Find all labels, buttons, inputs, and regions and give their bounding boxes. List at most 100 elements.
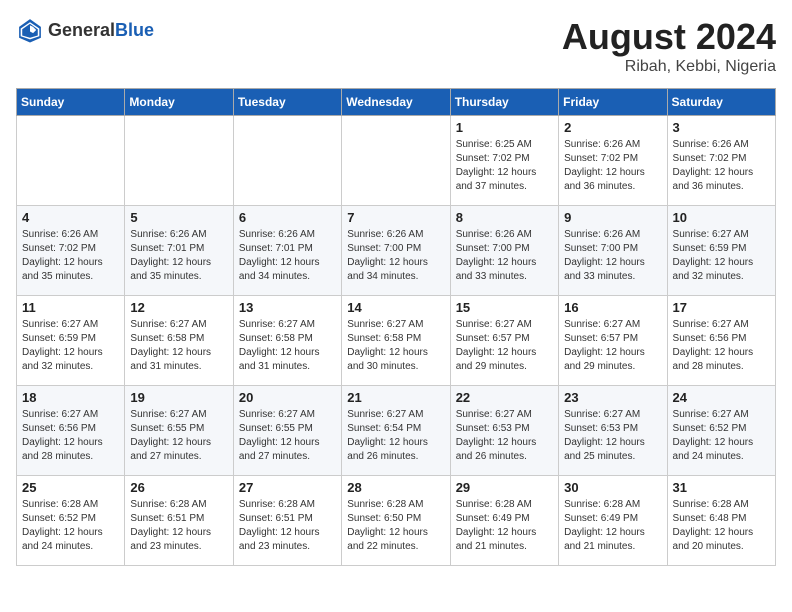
day-number: 27: [239, 480, 336, 495]
day-number: 20: [239, 390, 336, 405]
day-detail: Sunrise: 6:27 AM Sunset: 6:58 PM Dayligh…: [347, 318, 444, 374]
calendar-header: SundayMondayTuesdayWednesdayThursdayFrid…: [17, 89, 776, 116]
day-number: 25: [22, 480, 119, 495]
calendar-cell: 27 Sunrise: 6:28 AM Sunset: 6:51 PM Dayli…: [233, 476, 341, 566]
day-number: 28: [347, 480, 444, 495]
calendar-cell: 7 Sunrise: 6:26 AM Sunset: 7:00 PM Daylig…: [342, 206, 450, 296]
day-number: 4: [22, 210, 119, 225]
calendar-cell: 28 Sunrise: 6:28 AM Sunset: 6:50 PM Dayli…: [342, 476, 450, 566]
calendar-cell: 24 Sunrise: 6:27 AM Sunset: 6:52 PM Dayli…: [667, 386, 775, 476]
day-detail: Sunrise: 6:26 AM Sunset: 7:02 PM Dayligh…: [673, 138, 770, 194]
calendar-cell: 16Sunrise: 6:27 AM Sunset: 6:57 PM Dayli…: [559, 296, 667, 386]
day-detail: Sunrise: 6:27 AM Sunset: 6:57 PM Dayligh…: [456, 318, 553, 374]
day-detail: Sunrise: 6:27 AM Sunset: 6:53 PM Dayligh…: [564, 408, 661, 464]
logo-icon: [16, 16, 44, 44]
calendar-cell: 21Sunrise: 6:27 AM Sunset: 6:54 PM Dayli…: [342, 386, 450, 476]
calendar-cell: 10 Sunrise: 6:27 AM Sunset: 6:59 PM Dayli…: [667, 206, 775, 296]
day-detail: Sunrise: 6:28 AM Sunset: 6:51 PM Dayligh…: [130, 498, 227, 554]
day-number: 11: [22, 300, 119, 315]
calendar-cell: 12 Sunrise: 6:27 AM Sunset: 6:58 PM Dayli…: [125, 296, 233, 386]
header-monday: Monday: [125, 89, 233, 116]
calendar-cell: 26 Sunrise: 6:28 AM Sunset: 6:51 PM Dayli…: [125, 476, 233, 566]
calendar-cell: [342, 116, 450, 206]
day-detail: Sunrise: 6:26 AM Sunset: 7:01 PM Dayligh…: [130, 228, 227, 284]
calendar-cell: 22Sunrise: 6:27 AM Sunset: 6:53 PM Dayli…: [450, 386, 558, 476]
day-number: 13: [239, 300, 336, 315]
day-number: 9: [564, 210, 661, 225]
header-tuesday: Tuesday: [233, 89, 341, 116]
calendar-cell: 20 Sunrise: 6:27 AM Sunset: 6:55 PM Dayli…: [233, 386, 341, 476]
day-detail: Sunrise: 6:27 AM Sunset: 6:58 PM Dayligh…: [130, 318, 227, 374]
day-detail: Sunrise: 6:27 AM Sunset: 6:52 PM Dayligh…: [673, 408, 770, 464]
day-number: 16: [564, 300, 661, 315]
day-number: 7: [347, 210, 444, 225]
day-number: 29: [456, 480, 553, 495]
day-detail: Sunrise: 6:27 AM Sunset: 6:55 PM Dayligh…: [239, 408, 336, 464]
header-friday: Friday: [559, 89, 667, 116]
day-detail: Sunrise: 6:25 AM Sunset: 7:02 PM Dayligh…: [456, 138, 553, 194]
logo-general: General: [48, 20, 115, 40]
day-detail: Sunrise: 6:28 AM Sunset: 6:48 PM Dayligh…: [673, 498, 770, 554]
day-number: 8: [456, 210, 553, 225]
logo: GeneralBlue: [16, 16, 154, 44]
calendar-cell: 4 Sunrise: 6:26 AM Sunset: 7:02 PM Daylig…: [17, 206, 125, 296]
day-detail: Sunrise: 6:27 AM Sunset: 6:59 PM Dayligh…: [22, 318, 119, 374]
day-detail: Sunrise: 6:26 AM Sunset: 7:02 PM Dayligh…: [564, 138, 661, 194]
day-detail: Sunrise: 6:26 AM Sunset: 7:00 PM Dayligh…: [456, 228, 553, 284]
day-number: 26: [130, 480, 227, 495]
day-detail: Sunrise: 6:27 AM Sunset: 6:56 PM Dayligh…: [22, 408, 119, 464]
day-number: 24: [673, 390, 770, 405]
day-number: 2: [564, 120, 661, 135]
day-number: 30: [564, 480, 661, 495]
day-number: 18: [22, 390, 119, 405]
logo-blue: Blue: [115, 20, 154, 40]
day-detail: Sunrise: 6:28 AM Sunset: 6:49 PM Dayligh…: [564, 498, 661, 554]
header-wednesday: Wednesday: [342, 89, 450, 116]
calendar-cell: 17Sunrise: 6:27 AM Sunset: 6:56 PM Dayli…: [667, 296, 775, 386]
calendar-cell: 31 Sunrise: 6:28 AM Sunset: 6:48 PM Dayli…: [667, 476, 775, 566]
calendar-cell: 2 Sunrise: 6:26 AM Sunset: 7:02 PM Daylig…: [559, 116, 667, 206]
day-detail: Sunrise: 6:27 AM Sunset: 6:54 PM Dayligh…: [347, 408, 444, 464]
calendar-title: August 2024: [562, 16, 776, 58]
day-number: 14: [347, 300, 444, 315]
day-detail: Sunrise: 6:26 AM Sunset: 7:01 PM Dayligh…: [239, 228, 336, 284]
day-number: 15: [456, 300, 553, 315]
day-detail: Sunrise: 6:26 AM Sunset: 7:00 PM Dayligh…: [564, 228, 661, 284]
calendar-cell: 15 Sunrise: 6:27 AM Sunset: 6:57 PM Dayli…: [450, 296, 558, 386]
calendar-cell: 9 Sunrise: 6:26 AM Sunset: 7:00 PM Daylig…: [559, 206, 667, 296]
day-detail: Sunrise: 6:26 AM Sunset: 7:00 PM Dayligh…: [347, 228, 444, 284]
calendar-cell: 6Sunrise: 6:26 AM Sunset: 7:01 PM Daylig…: [233, 206, 341, 296]
day-detail: Sunrise: 6:28 AM Sunset: 6:51 PM Dayligh…: [239, 498, 336, 554]
day-detail: Sunrise: 6:28 AM Sunset: 6:50 PM Dayligh…: [347, 498, 444, 554]
calendar-cell: 5 Sunrise: 6:26 AM Sunset: 7:01 PM Daylig…: [125, 206, 233, 296]
day-number: 23: [564, 390, 661, 405]
calendar-cell: [125, 116, 233, 206]
day-detail: Sunrise: 6:28 AM Sunset: 6:49 PM Dayligh…: [456, 498, 553, 554]
header-saturday: Saturday: [667, 89, 775, 116]
calendar-cell: 8 Sunrise: 6:26 AM Sunset: 7:00 PM Daylig…: [450, 206, 558, 296]
day-detail: Sunrise: 6:28 AM Sunset: 6:52 PM Dayligh…: [22, 498, 119, 554]
calendar-cell: 23 Sunrise: 6:27 AM Sunset: 6:53 PM Dayli…: [559, 386, 667, 476]
calendar-cell: 25 Sunrise: 6:28 AM Sunset: 6:52 PM Dayli…: [17, 476, 125, 566]
day-number: 10: [673, 210, 770, 225]
calendar-table: SundayMondayTuesdayWednesdayThursdayFrid…: [16, 88, 776, 566]
day-detail: Sunrise: 6:27 AM Sunset: 6:58 PM Dayligh…: [239, 318, 336, 374]
day-number: 3: [673, 120, 770, 135]
day-detail: Sunrise: 6:26 AM Sunset: 7:02 PM Dayligh…: [22, 228, 119, 284]
day-detail: Sunrise: 6:27 AM Sunset: 6:59 PM Dayligh…: [673, 228, 770, 284]
header-sunday: Sunday: [17, 89, 125, 116]
calendar-cell: 1Sunrise: 6:25 AM Sunset: 7:02 PM Daylig…: [450, 116, 558, 206]
day-number: 17: [673, 300, 770, 315]
calendar-cell: 18 Sunrise: 6:27 AM Sunset: 6:56 PM Dayli…: [17, 386, 125, 476]
calendar-cell: 11 Sunrise: 6:27 AM Sunset: 6:59 PM Dayli…: [17, 296, 125, 386]
day-number: 31: [673, 480, 770, 495]
header-thursday: Thursday: [450, 89, 558, 116]
calendar-cell: [233, 116, 341, 206]
title-block: August 2024 Ribah, Kebbi, Nigeria: [562, 16, 776, 76]
calendar-cell: 3 Sunrise: 6:26 AM Sunset: 7:02 PM Daylig…: [667, 116, 775, 206]
page-header: GeneralBlue August 2024 Ribah, Kebbi, Ni…: [16, 16, 776, 76]
day-number: 19: [130, 390, 227, 405]
day-number: 5: [130, 210, 227, 225]
day-number: 12: [130, 300, 227, 315]
calendar-location: Ribah, Kebbi, Nigeria: [562, 58, 776, 76]
